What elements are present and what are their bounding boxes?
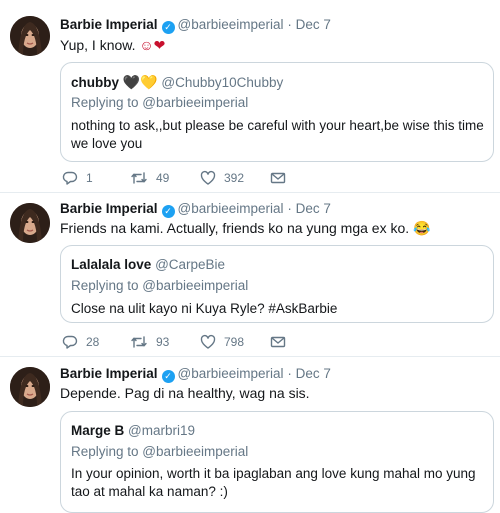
author-name[interactable]: Barbie Imperial — [60, 201, 158, 216]
tweet-text: Depende. Pag di na healthy, wag na sis. — [60, 385, 310, 401]
tweet-text: Friends na kami. Actually, friends ko na… — [60, 220, 430, 237]
verified-badge-icon: ✓ — [161, 205, 175, 218]
tweet[interactable]: Barbie Imperial ✓ @barbieeimperial · Dec 7… — [0, 193, 500, 357]
quoted-author-name: chubby — [71, 75, 120, 90]
avatar-photo-icon — [10, 16, 50, 56]
reply-icon — [62, 335, 78, 349]
author-name[interactable]: Barbie Imperial — [60, 17, 158, 32]
retweet-button[interactable]: 93 — [130, 334, 169, 350]
tweet-actions: 1 49 392 — [60, 170, 490, 188]
quoted-author-emoji: 🖤💛 — [122, 74, 158, 90]
tweet-header: Barbie Imperial ✓ @barbieeimperial · Dec 7 — [60, 17, 331, 34]
quoted-tweet[interactable]: Marge B @marbri19 Replying to @barbieeim… — [60, 411, 494, 513]
tweet-text: Yup, I know. ☺❤ — [60, 37, 165, 54]
replying-to: Replying to @barbieeimperial — [71, 95, 249, 110]
tweet-actions: 28 93 798 — [60, 334, 490, 352]
quoted-tweet-header: Lalalala love @CarpeBie — [71, 257, 225, 272]
tweet-header: Barbie Imperial ✓ @barbieeimperial · Dec 7 — [60, 366, 331, 383]
replying-to: Replying to @barbieeimperial — [71, 278, 249, 293]
author-handle[interactable]: @barbieeimperial — [178, 201, 284, 216]
quoted-tweet[interactable]: Lalalala love @CarpeBie Replying to @bar… — [60, 245, 494, 323]
direct-message-button[interactable] — [270, 170, 286, 186]
heart-icon — [200, 334, 216, 349]
envelope-icon — [270, 336, 286, 348]
like-button[interactable]: 392 — [200, 170, 244, 186]
tweet-text-body: Friends na kami. Actually, friends ko na… — [60, 220, 410, 236]
quoted-author-name: Marge B — [71, 423, 125, 438]
heart-icon — [200, 170, 216, 185]
reply-button[interactable]: 28 — [62, 334, 99, 350]
quoted-tweet-header: chubby 🖤💛 @Chubby10Chubby — [71, 74, 283, 91]
tweet-header: Barbie Imperial ✓ @barbieeimperial · Dec 7 — [60, 201, 331, 218]
avatar-photo-icon — [10, 203, 50, 243]
quoted-tweet-header: Marge B @marbri19 — [71, 423, 195, 438]
verified-badge-icon: ✓ — [161, 370, 175, 383]
quoted-tweet-text: nothing to ask,,but please be careful wi… — [71, 118, 484, 151]
avatar-photo-icon — [10, 367, 50, 407]
tweet-date[interactable]: Dec 7 — [296, 201, 331, 216]
replying-to: Replying to @barbieeimperial — [71, 444, 249, 459]
separator: · — [287, 201, 292, 216]
quoted-tweet-text: Close na ulit kayo ni Kuya Ryle? #AskBar… — [71, 301, 338, 316]
retweet-icon — [131, 336, 147, 348]
quoted-author-name: Lalalala love — [71, 257, 152, 272]
retweet-count: 93 — [156, 335, 170, 349]
like-count: 392 — [224, 171, 245, 185]
reply-count: 28 — [86, 335, 100, 349]
quoted-author-handle: @Chubby10Chubby — [161, 75, 284, 90]
separator: · — [287, 366, 292, 381]
verified-badge-icon: ✓ — [161, 21, 175, 34]
separator: · — [287, 17, 292, 32]
retweet-icon — [131, 172, 147, 184]
avatar[interactable] — [10, 16, 50, 56]
author-handle[interactable]: @barbieeimperial — [178, 366, 284, 381]
avatar[interactable] — [10, 203, 50, 243]
reply-count: 1 — [86, 171, 93, 185]
retweet-count: 49 — [156, 171, 170, 185]
tweet-date[interactable]: Dec 7 — [296, 17, 331, 32]
author-name[interactable]: Barbie Imperial — [60, 366, 158, 381]
tweet-text-body: Depende. Pag di na healthy, wag na sis. — [60, 385, 310, 401]
tweet-emoji: ☺❤ — [139, 37, 166, 53]
quoted-author-handle: @CarpeBie — [155, 257, 226, 272]
direct-message-button[interactable] — [270, 334, 286, 350]
author-handle[interactable]: @barbieeimperial — [178, 17, 284, 32]
quoted-author-handle: @marbri19 — [128, 423, 196, 438]
retweet-button[interactable]: 49 — [130, 170, 169, 186]
tweet-date[interactable]: Dec 7 — [296, 366, 331, 381]
like-count: 798 — [224, 335, 245, 349]
reply-button[interactable]: 1 — [62, 170, 93, 186]
avatar[interactable] — [10, 367, 50, 407]
reply-icon — [62, 171, 78, 185]
tweet[interactable]: Barbie Imperial ✓ @barbieeimperial · Dec 7… — [0, 0, 500, 193]
like-button[interactable]: 798 — [200, 334, 244, 350]
tweet[interactable]: Barbie Imperial ✓ @barbieeimperial · Dec 7… — [0, 357, 500, 513]
quoted-tweet[interactable]: chubby 🖤💛 @Chubby10Chubby Replying to @b… — [60, 62, 494, 162]
tweet-emoji: 😂 — [413, 220, 431, 236]
envelope-icon — [270, 172, 286, 184]
tweet-text-body: Yup, I know. — [60, 37, 136, 53]
